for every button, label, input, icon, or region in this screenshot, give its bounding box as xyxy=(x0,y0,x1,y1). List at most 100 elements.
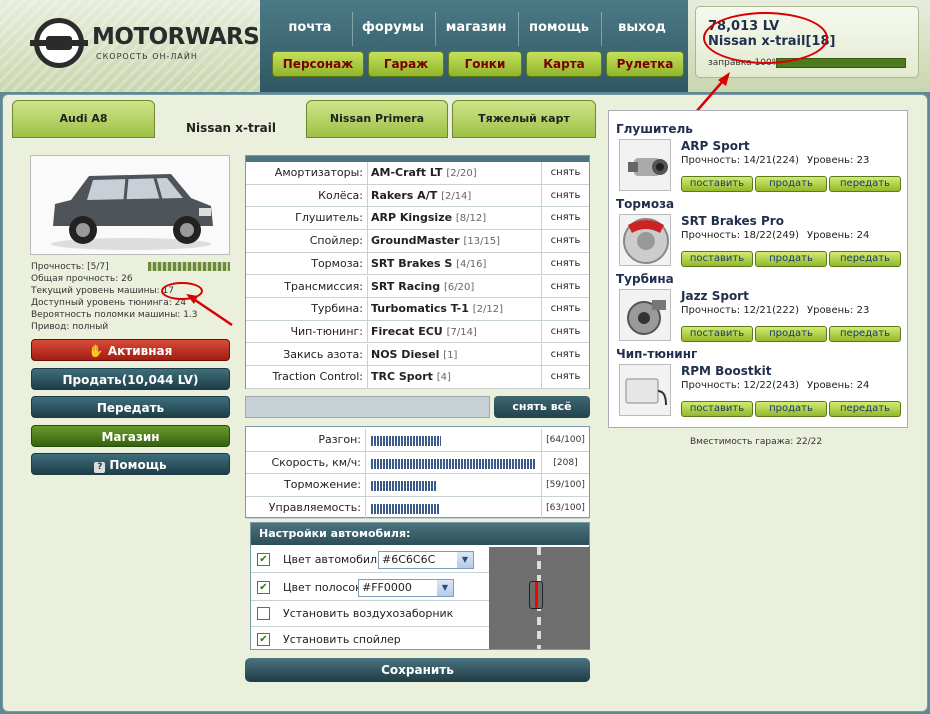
part-row: Traction Control: TRC Sport [4] снять xyxy=(246,366,589,389)
specs-table: Разгон: [64/100] Скорость, км/ч: [208] Тормо… xyxy=(245,426,590,519)
chip-icon xyxy=(619,364,671,416)
car-color-select[interactable]: #6C6C6C ▼ xyxy=(378,551,474,569)
remove-part-button[interactable]: снять xyxy=(541,184,589,207)
part-row: Спойлер: GroundMaster [13/15] снять xyxy=(246,230,589,253)
shop-section-title: Тормоза xyxy=(616,197,675,211)
part-value[interactable]: Firecat ECU [7/14] xyxy=(371,321,477,344)
part-label: Трансмиссия: xyxy=(246,275,368,297)
car-preview-icon xyxy=(529,581,543,609)
part-value[interactable]: ARP Kingsize [8/12] xyxy=(371,207,486,230)
part-label: Амортизаторы: xyxy=(246,162,368,184)
remove-part-button[interactable]: снять xyxy=(541,230,589,252)
transfer-item-button[interactable]: передать xyxy=(829,326,901,342)
car-preview xyxy=(489,547,590,649)
part-value[interactable]: NOS Diesel [1] xyxy=(371,344,457,367)
part-value[interactable]: Rakers A/T [2/14] xyxy=(371,185,471,208)
part-row: Чип-тюнинг: Firecat ECU [7/14] снять xyxy=(246,320,589,344)
checkbox-car-color[interactable]: ✔ xyxy=(257,553,270,566)
install-button[interactable]: поставить xyxy=(681,251,753,267)
part-label: Traction Control: xyxy=(246,366,368,388)
part-label: Глушитель: xyxy=(246,207,368,229)
spec-row: Управляемость: [63/100] xyxy=(246,496,589,519)
shop-item-level: Уровень: 23 xyxy=(807,155,870,166)
spec-value: [64/100] xyxy=(541,429,589,451)
shop-section-title: Глушитель xyxy=(616,122,693,136)
shop-item-level: Уровень: 24 xyxy=(807,380,870,391)
spec-row: Разгон: [64/100] xyxy=(246,429,589,452)
part-value[interactable]: TRC Sport [4] xyxy=(371,366,451,389)
spec-value: [208] xyxy=(541,451,589,473)
spec-label: Торможение: xyxy=(246,474,366,496)
shop-item-name: SRT Brakes Pro xyxy=(681,214,784,228)
shop-item-durability: Прочность: 12/21(222) xyxy=(681,305,800,316)
part-row: Глушитель: ARP Kingsize [8/12] снять xyxy=(246,207,589,230)
part-row: Трансмиссия: SRT Racing [6/20] снять xyxy=(246,275,589,299)
chevron-down-icon: ▼ xyxy=(437,580,453,596)
remove-part-button[interactable]: снять xyxy=(541,207,589,229)
spec-label: Управляемость: xyxy=(246,496,366,518)
part-label: Колёса: xyxy=(246,184,368,207)
chevron-down-icon: ▼ xyxy=(457,552,473,568)
setting-air-intake: Установить воздухозаборник xyxy=(251,601,489,627)
sell-item-button[interactable]: продать xyxy=(755,176,827,192)
remove-part-button[interactable]: снять xyxy=(541,366,589,388)
sell-item-button[interactable]: продать xyxy=(755,326,827,342)
spec-bar xyxy=(371,436,441,446)
part-label: Чип-тюнинг: xyxy=(246,320,368,343)
remove-part-button[interactable]: снять xyxy=(541,298,589,320)
checkbox-stripe-color[interactable]: ✔ xyxy=(257,581,270,594)
parts-table: Амортизаторы: AM-Craft LT [2/20] снять Колё… xyxy=(245,155,590,389)
spec-bar xyxy=(371,458,536,469)
remove-part-button[interactable]: снять xyxy=(541,275,589,297)
muffler-icon xyxy=(619,139,671,191)
spec-label: Разгон: xyxy=(246,429,366,451)
shop-item-name: Jazz Sport xyxy=(681,289,749,303)
transfer-item-button[interactable]: передать xyxy=(829,251,901,267)
part-value[interactable]: SRT Brakes S [4/16] xyxy=(371,253,486,276)
part-value[interactable]: SRT Racing [6/20] xyxy=(371,276,474,299)
spec-bar xyxy=(371,481,436,491)
install-button[interactable]: поставить xyxy=(681,401,753,417)
car-settings: Настройки автомобиля: ✔ Цвет автомобиля:… xyxy=(250,522,590,650)
transfer-item-button[interactable]: передать xyxy=(829,176,901,192)
part-row: Тормоза: SRT Brakes S [4/16] снять xyxy=(246,252,589,276)
save-button[interactable]: Сохранить xyxy=(245,658,590,682)
part-label: Турбина: xyxy=(246,298,368,320)
remove-part-button[interactable]: снять xyxy=(541,252,589,275)
install-button[interactable]: поставить xyxy=(681,326,753,342)
part-row: Турбина: Turbomatics T-1 [2/12] снять xyxy=(246,298,589,321)
shop-section-title: Турбина xyxy=(616,272,674,286)
remove-part-button[interactable]: снять xyxy=(541,162,589,184)
shop-item-name: RPM Boostkit xyxy=(681,364,772,378)
brake-disc-icon xyxy=(619,214,671,266)
part-value[interactable]: Turbomatics T-1 [2/12] xyxy=(371,298,503,321)
part-row: Амортизаторы: AM-Craft LT [2/20] снять xyxy=(246,162,589,185)
setting-spoiler: ✔ Установить спойлер xyxy=(251,627,489,653)
remove-part-button[interactable]: снять xyxy=(541,320,589,343)
remove-all-button[interactable]: снять всё xyxy=(494,396,590,418)
settings-title: Настройки автомобиля: xyxy=(251,523,589,545)
sell-item-button[interactable]: продать xyxy=(755,401,827,417)
spec-label: Скорость, км/ч: xyxy=(246,451,366,473)
part-row: Колёса: Rakers A/T [2/14] снять xyxy=(246,184,589,208)
remove-all-bar xyxy=(245,396,490,418)
garage-capacity: Вместимость гаража: 22/22 xyxy=(690,437,823,447)
shop-item-durability: Прочность: 12/22(243) xyxy=(681,380,800,391)
sell-item-button[interactable]: продать xyxy=(755,251,827,267)
checkbox-spoiler[interactable]: ✔ xyxy=(257,633,270,646)
part-row: Закись азота: NOS Diesel [1] снять xyxy=(246,343,589,367)
part-value[interactable]: AM-Craft LT [2/20] xyxy=(371,162,477,185)
transfer-item-button[interactable]: передать xyxy=(829,401,901,417)
shop-item-level: Уровень: 24 xyxy=(807,230,870,241)
remove-part-button[interactable]: снять xyxy=(541,343,589,366)
setting-car-color: ✔ Цвет автомобиля: #6C6C6C ▼ xyxy=(251,547,489,573)
install-button[interactable]: поставить xyxy=(681,176,753,192)
part-value[interactable]: GroundMaster [13/15] xyxy=(371,230,500,253)
spec-value: [59/100] xyxy=(541,474,589,496)
shop-item-level: Уровень: 23 xyxy=(807,305,870,316)
stripe-color-select[interactable]: #FF0000 ▼ xyxy=(358,579,454,597)
spec-bar xyxy=(371,503,440,514)
checkbox-air-intake[interactable] xyxy=(257,607,270,620)
setting-stripe-color: ✔ Цвет полосок: #FF0000 ▼ xyxy=(251,575,489,601)
part-label: Закись азота: xyxy=(246,343,368,366)
